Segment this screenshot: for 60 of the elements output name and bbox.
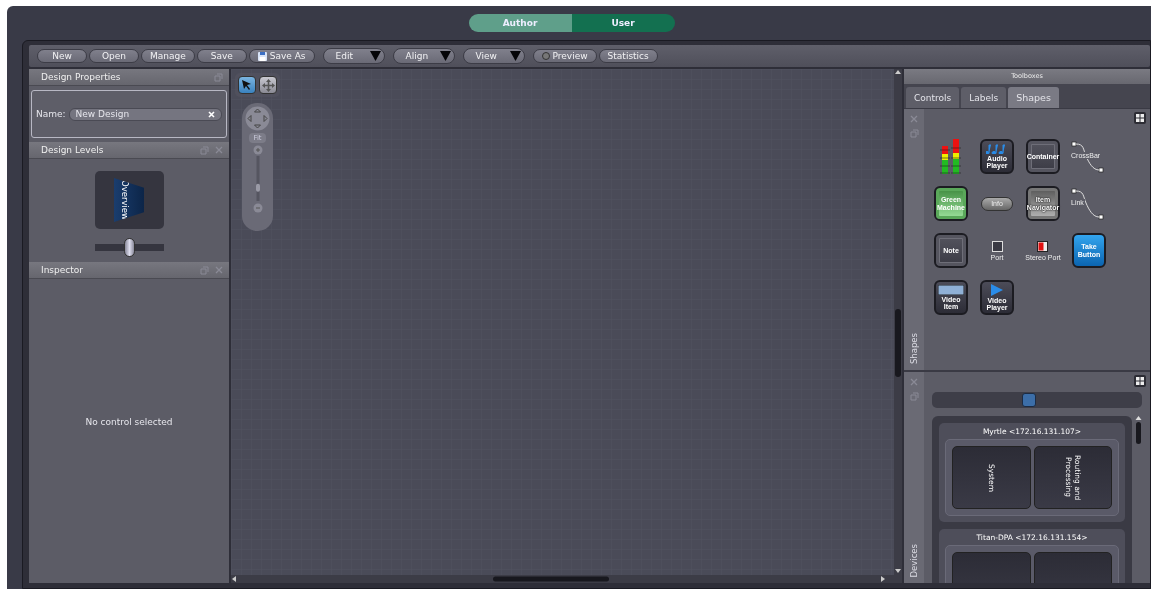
level-meter-icon[interactable] xyxy=(940,137,962,176)
slider-thumb[interactable] xyxy=(124,238,135,257)
restore-icon[interactable] xyxy=(200,145,209,155)
field-label: Name: xyxy=(36,109,66,119)
side-tab[interactable]: Shapes xyxy=(909,332,919,364)
toolbar-button[interactable]: New xyxy=(37,49,87,63)
caret-icon xyxy=(369,51,381,61)
close-icon[interactable] xyxy=(215,266,223,274)
play-icon xyxy=(990,283,1004,296)
slider-thumb[interactable] xyxy=(255,183,260,192)
clear-icon[interactable] xyxy=(208,110,215,118)
level-block[interactable]: Overview xyxy=(114,178,144,222)
toolbar-button[interactable]: Save xyxy=(196,49,247,63)
menu-button[interactable]: Edit xyxy=(322,48,385,64)
side-tab[interactable]: Devices xyxy=(909,543,919,577)
toolbar-button[interactable]: Statistics xyxy=(598,49,658,63)
tab[interactable]: Controls xyxy=(906,87,960,108)
tool-button[interactable] xyxy=(238,76,256,94)
save-as-button[interactable]: Save As xyxy=(248,49,315,63)
video-frame-icon xyxy=(938,284,964,295)
panel-title: Inspector xyxy=(41,265,84,275)
caret-icon xyxy=(439,51,451,61)
zoom-slider[interactable] xyxy=(252,145,263,213)
preview-toggle[interactable]: Preview xyxy=(532,49,597,63)
tool-button[interactable] xyxy=(259,76,277,94)
menu-button[interactable]: View xyxy=(462,48,525,64)
caret-icon xyxy=(509,51,521,61)
port-icon xyxy=(991,240,1003,252)
grid-view-icon[interactable] xyxy=(1134,112,1146,124)
close-icon[interactable] xyxy=(910,115,918,123)
zoom-slider[interactable] xyxy=(932,392,1142,408)
toolbar-button[interactable]: Open xyxy=(89,49,139,63)
grid-view-icon[interactable] xyxy=(1134,375,1146,387)
pan-control[interactable] xyxy=(245,106,270,131)
port-icon xyxy=(1037,240,1049,252)
restore-icon[interactable] xyxy=(214,72,223,82)
connector-icon xyxy=(1071,187,1105,220)
restore-icon[interactable] xyxy=(909,392,919,401)
toolbar-button[interactable]: Manage xyxy=(141,49,195,63)
close-icon[interactable] xyxy=(215,146,223,154)
pointer-icon xyxy=(241,79,253,91)
vertical-scrollbar[interactable] xyxy=(894,69,902,574)
name-field[interactable]: New Design xyxy=(68,107,222,121)
radio-icon xyxy=(541,52,550,60)
move-icon xyxy=(261,78,275,92)
close-icon[interactable] xyxy=(910,378,918,386)
music-notes-icon xyxy=(986,143,1008,154)
tab[interactable]: Labels xyxy=(961,87,1007,108)
empty-message: No control selected xyxy=(85,417,173,427)
menu-button[interactable]: Align xyxy=(392,48,455,64)
slider-thumb[interactable] xyxy=(1021,393,1036,407)
panel-title: Design Properties xyxy=(41,72,122,82)
restore-icon[interactable] xyxy=(200,265,209,275)
mode-tab[interactable]: User xyxy=(571,14,675,32)
panel-title: Design Levels xyxy=(41,145,105,155)
mode-tab[interactable]: Author xyxy=(468,14,572,32)
tab[interactable]: Shapes xyxy=(1008,87,1059,108)
restore-icon[interactable] xyxy=(909,129,919,138)
connector-icon xyxy=(1071,140,1105,173)
horizontal-scrollbar[interactable] xyxy=(231,575,886,583)
